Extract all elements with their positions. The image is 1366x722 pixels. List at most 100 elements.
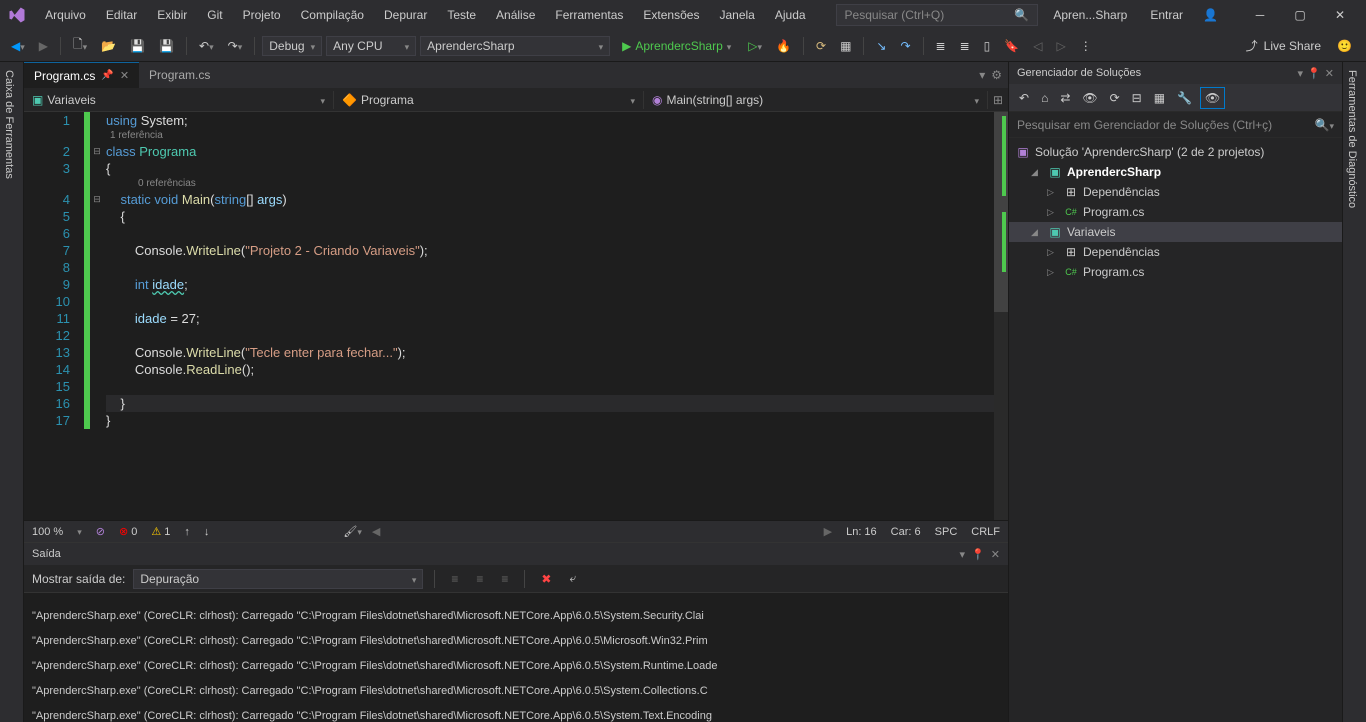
indent-button[interactable]: ≣ (955, 36, 975, 56)
tree-project-2[interactable]: ◢ ▣ Variaveis (1009, 222, 1342, 242)
tree-solution-root[interactable]: ▣ Solução 'AprendercSharp' (2 de 2 proje… (1009, 142, 1342, 162)
platform-dropdown[interactable]: Any CPU (326, 36, 416, 56)
step-over-button[interactable]: ↷ (895, 36, 915, 56)
brush-icon[interactable]: 🖌 (343, 525, 362, 538)
toolbox-sidebar-tab[interactable]: Caixa de Ferramentas (0, 62, 24, 722)
output-clear-button[interactable]: ✖ (536, 569, 556, 589)
menu-exibir[interactable]: Exibir (147, 3, 197, 27)
menu-analise[interactable]: Análise (486, 3, 545, 27)
menu-extensoes[interactable]: Extensões (633, 3, 709, 27)
output-source-dropdown[interactable]: Depuração (133, 569, 423, 589)
tab-program-cs-active[interactable]: Program.cs 📌 ✕ (24, 62, 139, 88)
tab-program-cs-2[interactable]: Program.cs (139, 62, 220, 88)
indent-mode[interactable]: SPC (935, 526, 958, 538)
expander-icon[interactable]: ▷ (1047, 187, 1059, 198)
menu-git[interactable]: Git (197, 3, 232, 27)
forward-button[interactable]: ▶ (34, 36, 53, 56)
output-pin-icon[interactable]: 📍 (971, 548, 985, 561)
warning-count[interactable]: ⚠ 1 (151, 525, 170, 538)
menu-depurar[interactable]: Depurar (374, 3, 437, 27)
new-project-button[interactable]: 🗋 (68, 32, 92, 59)
nav-prev-icon[interactable]: ↑ (184, 526, 190, 538)
redo-button[interactable]: ↷ (223, 36, 248, 56)
hot-reload-button[interactable]: 🔥 (771, 36, 796, 56)
comment-button[interactable]: ▯ (979, 36, 996, 56)
nav-button-2[interactable]: ▷ (1051, 36, 1070, 56)
preview-icon[interactable]: 👁 (1200, 87, 1225, 109)
tool-button-1[interactable]: ▦ (835, 36, 856, 56)
collapse-icon[interactable]: ⊟ (1128, 88, 1146, 108)
output-body[interactable]: "AprendercSharp.exe" (CoreCLR: clrhost):… (24, 593, 1008, 722)
expander-icon[interactable]: ◢ (1031, 227, 1043, 238)
tree-file-program-1[interactable]: ▷ C# Program.cs (1009, 202, 1342, 222)
menu-teste[interactable]: Teste (437, 3, 486, 27)
codelens-references[interactable]: 1 referência (106, 129, 1008, 143)
toggle-icon[interactable]: ⇄ (1056, 88, 1074, 108)
save-button[interactable]: 💾 (125, 36, 150, 56)
output-wrap-button[interactable]: ⤶ (564, 568, 581, 589)
show-all-icon[interactable]: ▦ (1150, 88, 1169, 108)
open-button[interactable]: 📂 (96, 36, 121, 56)
outdent-button[interactable]: ≣ (931, 36, 951, 56)
close-button[interactable]: ✕ (1320, 0, 1360, 30)
expander-icon[interactable]: ◢ (1031, 167, 1043, 178)
fold-column[interactable]: ⊟⊟ (90, 112, 104, 520)
line-ending[interactable]: CRLF (971, 526, 1000, 538)
tab-gear-icon[interactable]: ⚙ (991, 68, 1002, 82)
diagnostics-sidebar-tab[interactable]: Ferramentas de Diagnóstico (1342, 62, 1366, 722)
panel-pin-icon[interactable]: 📍 (1307, 67, 1321, 80)
no-issues-icon[interactable]: ⊘ (96, 525, 105, 538)
scroll-left-icon[interactable]: ◀ (372, 525, 380, 538)
code-content[interactable]: using System; 1 referência class Program… (104, 112, 1008, 520)
codelens-references[interactable]: 0 referências (106, 177, 1008, 191)
line-indicator[interactable]: Ln: 16 (846, 526, 877, 538)
tree-project-1[interactable]: ◢ ▣ AprendercSharp (1009, 162, 1342, 182)
output-tool-2[interactable]: ≡ (471, 569, 488, 589)
menu-arquivo[interactable]: Arquivo (35, 3, 96, 27)
nav-next-icon[interactable]: ↓ (204, 526, 210, 538)
expander-icon[interactable]: ▷ (1047, 267, 1059, 278)
expander-icon[interactable]: ▷ (1047, 247, 1059, 258)
sync-icon[interactable]: 👁 (1078, 88, 1101, 108)
menu-projeto[interactable]: Projeto (233, 3, 291, 27)
close-tab-icon[interactable]: ✕ (120, 69, 129, 82)
menu-compilacao[interactable]: Compilação (291, 3, 374, 27)
output-tool-1[interactable]: ≡ (446, 569, 463, 589)
error-count[interactable]: ⊗ 0 (119, 525, 137, 538)
tree-dependencies-2[interactable]: ▷ ⊞ Dependências (1009, 242, 1342, 262)
properties-icon[interactable]: 🔧 (1173, 88, 1196, 108)
tab-dropdown-icon[interactable]: ▾ (979, 68, 985, 82)
refresh-icon[interactable]: ⟳ (1106, 88, 1124, 108)
expander-icon[interactable]: ▷ (1047, 207, 1059, 218)
back-button[interactable]: ◀ (6, 36, 30, 56)
configuration-dropdown[interactable]: Debug (262, 36, 322, 56)
uncomment-button[interactable]: 🔖 (999, 36, 1024, 56)
split-editor-button[interactable]: ⊞ (988, 93, 1008, 107)
live-share-button[interactable]: Live Share (1264, 39, 1321, 53)
start-without-debug-button[interactable]: ▷ (743, 36, 767, 56)
output-close-icon[interactable]: ✕ (991, 548, 1000, 561)
code-editor[interactable]: 1 23 4567891011121314151617 ⊟⊟ using Sys… (24, 112, 1008, 520)
scope-method-dropdown[interactable]: ◉Main(string[] args) (644, 91, 988, 109)
start-debugging-button[interactable]: ▶ AprendercSharp (614, 37, 739, 55)
column-indicator[interactable]: Car: 6 (891, 526, 921, 538)
minimize-button[interactable]: ─ (1240, 0, 1280, 30)
back-icon[interactable]: ↶ (1015, 88, 1033, 108)
sign-in-button[interactable]: Entrar (1142, 4, 1191, 26)
output-dropdown-icon[interactable]: ▾ (960, 548, 966, 561)
scroll-right-icon[interactable]: ▶ (824, 525, 832, 538)
step-into-button[interactable]: ↘ (871, 36, 891, 56)
startup-project-dropdown[interactable]: AprendercSharp (420, 36, 610, 56)
output-tool-3[interactable]: ≡ (496, 569, 513, 589)
solution-tree[interactable]: ▣ Solução 'AprendercSharp' (2 de 2 proje… (1009, 138, 1342, 722)
zoom-level[interactable]: 100 % (32, 526, 63, 538)
panel-close-icon[interactable]: ✕ (1325, 67, 1334, 80)
feedback-button[interactable]: 🙂 (1337, 39, 1352, 53)
tree-dependencies-1[interactable]: ▷ ⊞ Dependências (1009, 182, 1342, 202)
menu-ajuda[interactable]: Ajuda (765, 3, 816, 27)
scope-class-dropdown[interactable]: 🔶Programa (334, 91, 644, 109)
save-all-button[interactable]: 💾 (154, 36, 179, 56)
menu-janela[interactable]: Janela (709, 3, 764, 27)
tree-file-program-2[interactable]: ▷ C# Program.cs (1009, 262, 1342, 282)
search-box[interactable]: Pesquisar (Ctrl+Q) 🔍 (836, 4, 1039, 26)
